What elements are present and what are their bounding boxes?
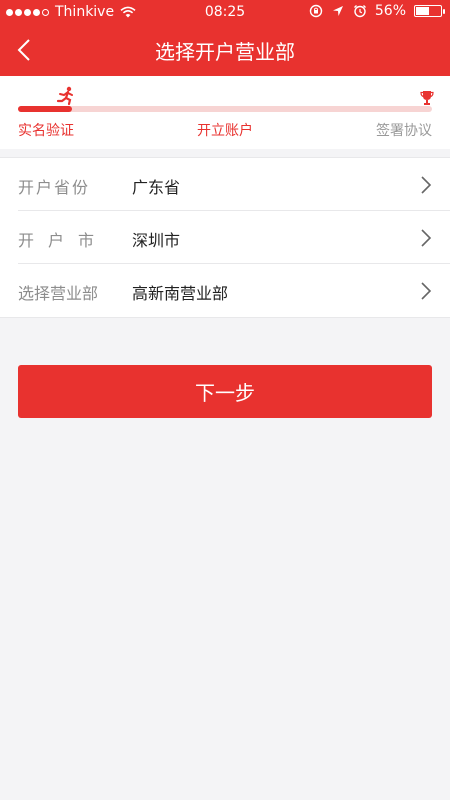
- progress-stepper: 实名验证 开立账户 签署协议: [0, 76, 450, 149]
- branch-row[interactable]: 选择营业部 高新南营业部: [18, 264, 450, 317]
- runner-icon: [56, 86, 73, 106]
- status-right: 56%: [309, 3, 445, 19]
- battery-percent: 56%: [374, 3, 406, 19]
- progress-track: [18, 106, 432, 112]
- branch-value: 高新南营业部: [132, 284, 229, 303]
- province-row[interactable]: 开户省份 广东省: [18, 158, 450, 211]
- city-label: 开户市: [18, 231, 109, 250]
- progress-fill: [18, 106, 72, 112]
- rotation-lock-icon: [309, 4, 323, 18]
- battery-icon: [414, 5, 445, 17]
- city-value: 深圳市: [132, 231, 181, 250]
- next-button[interactable]: 下一步: [18, 365, 432, 418]
- city-row[interactable]: 开户市 深圳市: [18, 211, 450, 264]
- screen: Thinkive 08:25 56% 选择开户营业部 实名验证 开立账户 签署协…: [0, 0, 450, 800]
- chevron-right-icon: [421, 176, 432, 194]
- page-title: 选择开户营业部: [155, 40, 295, 64]
- chevron-right-icon: [421, 229, 432, 247]
- status-bar: Thinkive 08:25 56%: [0, 0, 450, 24]
- header: Thinkive 08:25 56% 选择开户营业部: [0, 0, 450, 76]
- province-label: 开户省份: [18, 178, 91, 197]
- alarm-icon: [353, 5, 366, 18]
- nav-bar: 选择开户营业部: [0, 24, 450, 76]
- trophy-icon: [420, 91, 434, 105]
- step-label-sign-agreement: 签署协议: [376, 123, 432, 139]
- branch-label: 选择营业部: [18, 284, 99, 303]
- location-arrow-icon: [332, 6, 343, 16]
- chevron-right-icon: [421, 282, 432, 300]
- battery-fill: [416, 7, 429, 15]
- branch-form: 开户省份 广东省 开户市 深圳市 选择营业部 高新南营业部: [0, 157, 450, 318]
- province-value: 广东省: [132, 178, 181, 197]
